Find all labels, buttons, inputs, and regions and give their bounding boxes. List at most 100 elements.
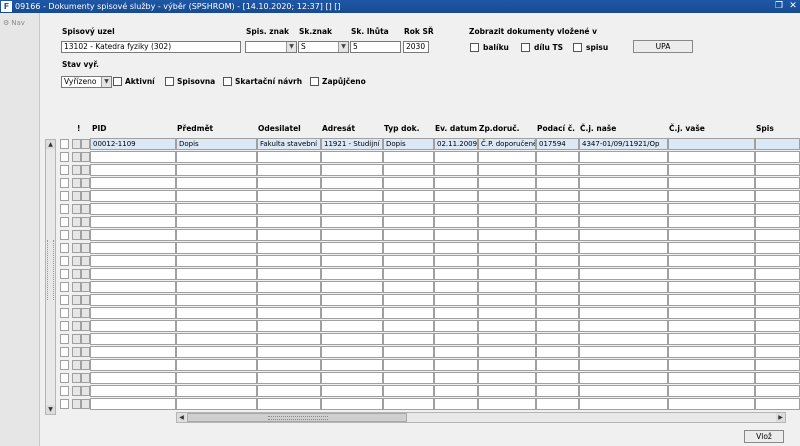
cell-typ[interactable] xyxy=(383,320,434,332)
cell-odesilatel[interactable] xyxy=(257,216,321,228)
cell-predmet[interactable] xyxy=(176,203,257,215)
cell-cj-vase[interactable] xyxy=(668,346,755,358)
cell-podaci[interactable] xyxy=(536,307,579,319)
stav-combo[interactable]: Vyřízeno ▼ xyxy=(61,76,112,88)
cell-cj-nase[interactable] xyxy=(579,190,668,202)
zapujceno-checkbox[interactable] xyxy=(310,77,319,86)
table-row[interactable] xyxy=(57,281,800,294)
cell-odesilatel[interactable] xyxy=(257,385,321,397)
cell-predmet[interactable] xyxy=(176,307,257,319)
row-select-checkbox[interactable] xyxy=(60,139,69,149)
scroll-down-icon[interactable]: ▼ xyxy=(46,405,55,414)
cell-cj-nase[interactable] xyxy=(579,294,668,306)
cell-cj-nase[interactable] xyxy=(579,359,668,371)
cell-zp-doruc[interactable] xyxy=(478,320,536,332)
cell-pid[interactable] xyxy=(90,190,176,202)
cell-odesilatel[interactable] xyxy=(257,268,321,280)
cell-adresat[interactable] xyxy=(321,268,383,280)
cell-spis[interactable] xyxy=(755,294,800,306)
cell-adresat[interactable] xyxy=(321,177,383,189)
cell-adresat[interactable] xyxy=(321,346,383,358)
row-select-checkbox[interactable] xyxy=(60,243,69,253)
grid-horizontal-scrollbar[interactable]: ◀ ▶ xyxy=(176,412,786,423)
cell-pid[interactable] xyxy=(90,203,176,215)
chevron-down-icon[interactable]: ▼ xyxy=(286,42,296,52)
spisovy-uzel-field[interactable]: 13102 - Katedra fyziky (302) xyxy=(61,41,241,53)
cell-typ[interactable] xyxy=(383,190,434,202)
cell-podaci[interactable] xyxy=(536,372,579,384)
row-select-checkbox[interactable] xyxy=(60,165,69,175)
table-row[interactable] xyxy=(57,372,800,385)
cell-predmet[interactable] xyxy=(176,255,257,267)
row-select-checkbox[interactable] xyxy=(60,191,69,201)
cell-zp-doruc[interactable] xyxy=(478,242,536,254)
row-select-checkbox[interactable] xyxy=(60,386,69,396)
cell-zp-doruc[interactable] xyxy=(478,281,536,293)
cell-adresat[interactable] xyxy=(321,229,383,241)
cell-ev-datum[interactable] xyxy=(434,164,478,176)
cell-odesilatel[interactable] xyxy=(257,359,321,371)
cell-podaci[interactable] xyxy=(536,255,579,267)
scroll-thumb[interactable] xyxy=(187,413,407,422)
cell-spis[interactable] xyxy=(755,151,800,163)
spis-znak-combo[interactable]: ▼ xyxy=(245,41,297,53)
cell-pid[interactable] xyxy=(90,229,176,241)
scroll-right-icon[interactable]: ▶ xyxy=(776,413,785,422)
cell-zp-doruc[interactable] xyxy=(478,294,536,306)
cell-cj-nase[interactable] xyxy=(579,203,668,215)
row-select-checkbox[interactable] xyxy=(60,256,69,266)
cell-predmet[interactable] xyxy=(176,268,257,280)
cell-adresat[interactable] xyxy=(321,320,383,332)
cell-spis[interactable] xyxy=(755,346,800,358)
cell-podaci[interactable] xyxy=(536,320,579,332)
cell-zp-doruc[interactable] xyxy=(478,203,536,215)
cell-ev-datum[interactable] xyxy=(434,190,478,202)
cell-cj-vase[interactable] xyxy=(668,203,755,215)
cell-cj-nase[interactable] xyxy=(579,307,668,319)
cell-podaci[interactable] xyxy=(536,216,579,228)
cell-typ[interactable] xyxy=(383,385,434,397)
cell-ev-datum[interactable]: 02.11.2009 xyxy=(434,138,478,150)
cell-cj-nase[interactable] xyxy=(579,242,668,254)
cell-cj-vase[interactable] xyxy=(668,359,755,371)
cell-typ[interactable] xyxy=(383,268,434,280)
table-row[interactable] xyxy=(57,203,800,216)
cell-adresat[interactable] xyxy=(321,164,383,176)
chevron-down-icon[interactable]: ▼ xyxy=(101,77,111,87)
cell-cj-vase[interactable] xyxy=(668,242,755,254)
cell-ev-datum[interactable] xyxy=(434,268,478,280)
cell-typ[interactable] xyxy=(383,333,434,345)
spisovna-checkbox[interactable] xyxy=(165,77,174,86)
cell-podaci[interactable] xyxy=(536,268,579,280)
cell-cj-vase[interactable] xyxy=(668,164,755,176)
cell-podaci[interactable] xyxy=(536,177,579,189)
cell-predmet[interactable] xyxy=(176,372,257,384)
cell-zp-doruc[interactable]: Č.P. doporučeně xyxy=(478,138,536,150)
cell-podaci[interactable] xyxy=(536,385,579,397)
cell-ev-datum[interactable] xyxy=(434,320,478,332)
cell-predmet[interactable] xyxy=(176,346,257,358)
cell-typ[interactable]: Dopis xyxy=(383,138,434,150)
cell-zp-doruc[interactable] xyxy=(478,229,536,241)
cell-cj-nase[interactable] xyxy=(579,385,668,397)
table-row[interactable] xyxy=(57,294,800,307)
cell-cj-nase[interactable]: 4347-01/09/11921/Op xyxy=(579,138,668,150)
cell-ev-datum[interactable] xyxy=(434,307,478,319)
dilu-ts-checkbox[interactable] xyxy=(521,43,530,52)
cell-adresat[interactable] xyxy=(321,190,383,202)
cell-predmet[interactable] xyxy=(176,294,257,306)
cell-ev-datum[interactable] xyxy=(434,346,478,358)
cell-zp-doruc[interactable] xyxy=(478,151,536,163)
cell-zp-doruc[interactable] xyxy=(478,216,536,228)
row-select-checkbox[interactable] xyxy=(60,217,69,227)
cell-cj-vase[interactable] xyxy=(668,177,755,189)
cell-typ[interactable] xyxy=(383,229,434,241)
cell-cj-nase[interactable] xyxy=(579,255,668,267)
cell-adresat[interactable] xyxy=(321,216,383,228)
cell-spis[interactable] xyxy=(755,333,800,345)
row-select-checkbox[interactable] xyxy=(60,230,69,240)
aktivni-checkbox[interactable] xyxy=(113,77,122,86)
skartacni-checkbox[interactable] xyxy=(223,77,232,86)
cell-cj-vase[interactable] xyxy=(668,190,755,202)
row-select-checkbox[interactable] xyxy=(60,347,69,357)
